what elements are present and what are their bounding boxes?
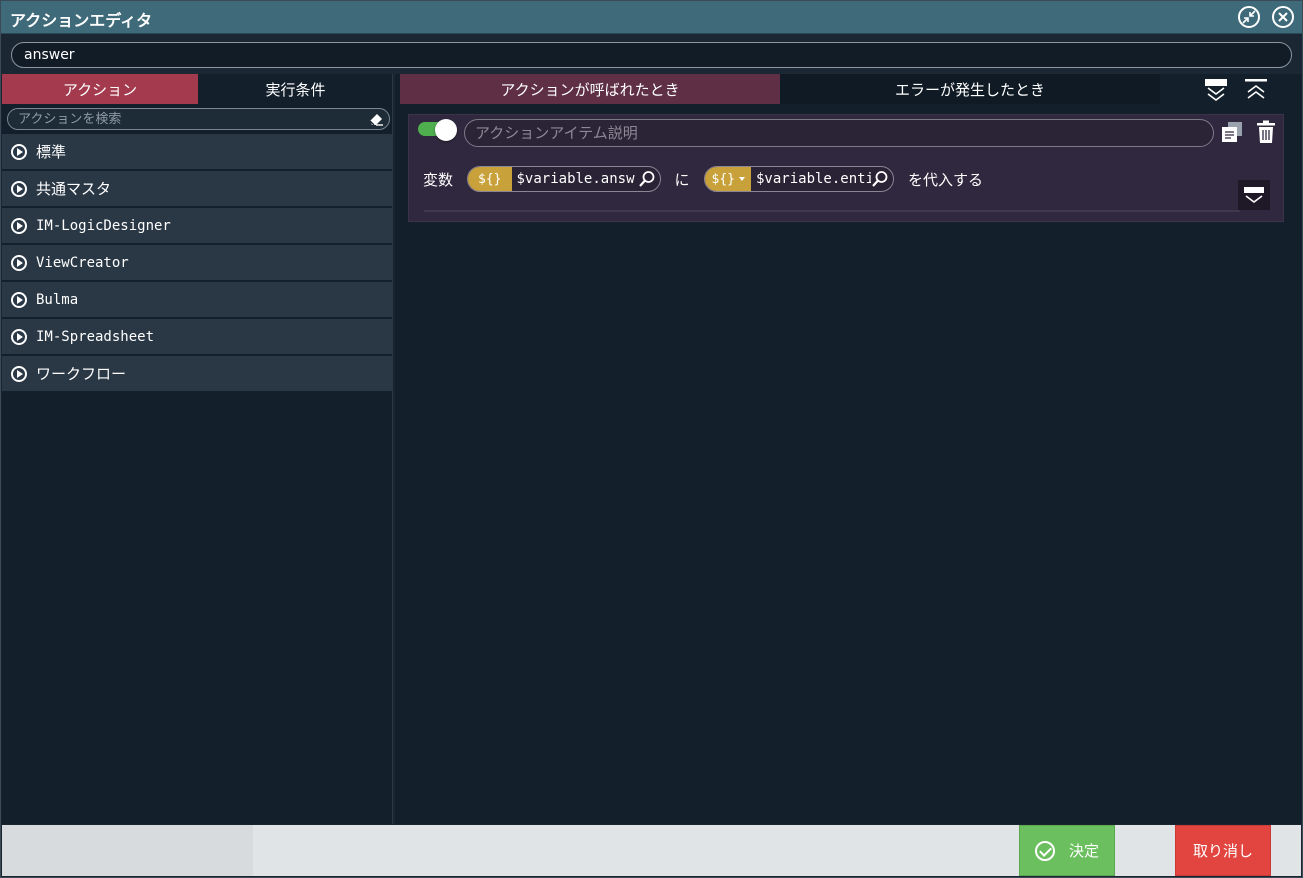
eraser-icon[interactable]: [367, 110, 385, 128]
play-circle-icon: [11, 143, 27, 160]
ok-button[interactable]: 決定: [1019, 825, 1115, 876]
tab-on-error[interactable]: エラーが発生したとき: [780, 74, 1160, 104]
label-variable: 変数: [423, 170, 454, 189]
category-label: ワークフロー: [36, 365, 127, 383]
category-label: 共通マスタ: [36, 180, 112, 198]
cancel-label: 取り消し: [1192, 842, 1253, 860]
category-item[interactable]: IM-LogicDesigner: [2, 208, 393, 243]
variable-type-badge[interactable]: ${}: [468, 167, 512, 191]
footer-bar: 決定 取り消し: [2, 825, 1301, 876]
play-circle-icon: [11, 217, 27, 234]
window-title: アクションエディタ: [10, 11, 153, 30]
search-icon[interactable]: [638, 170, 656, 188]
variable-badge-text: ${}: [478, 171, 502, 187]
play-circle-icon: [11, 365, 27, 382]
action-flow-panel: アクションが呼ばれたとき エラーが発生したとき 変数: [395, 74, 1301, 824]
card-divider: [424, 210, 1240, 212]
enable-toggle[interactable]: [418, 119, 460, 141]
chevron-down-icon: [739, 177, 745, 181]
shrink-icon[interactable]: [1238, 6, 1260, 28]
play-circle-icon: [11, 180, 27, 197]
action-search-input[interactable]: [8, 109, 358, 129]
category-item[interactable]: Bulma: [2, 282, 393, 317]
source-badge-text: ${}: [711, 171, 735, 187]
source-variable-field[interactable]: ${} $variable.enti: [703, 166, 894, 192]
play-circle-icon: [11, 291, 27, 308]
action-name-bar: [0, 34, 1303, 74]
close-icon[interactable]: [1272, 6, 1294, 28]
category-item[interactable]: 標準: [2, 134, 393, 169]
footer-left-area: [2, 825, 253, 876]
action-search-box: [7, 108, 390, 130]
play-circle-icon: [11, 328, 27, 345]
cancel-button[interactable]: 取り消し: [1175, 825, 1271, 876]
source-variable-text[interactable]: $variable.enti: [751, 171, 871, 187]
assign-variable-row: 変数 ${} $variable.answ に ${} $variable.en…: [419, 165, 987, 193]
left-tabs: アクション 実行条件: [2, 74, 393, 104]
category-list: 標準 共通マスタ IM-LogicDesigner ViewCreator Bu…: [2, 134, 393, 393]
play-circle-icon: [11, 254, 27, 271]
target-variable-text[interactable]: $variable.answ: [512, 171, 638, 187]
target-variable-field[interactable]: ${} $variable.answ: [467, 166, 661, 192]
action-item-description-input[interactable]: [464, 119, 1214, 147]
title-bar: アクションエディタ: [0, 0, 1303, 34]
ok-label: 決定: [1068, 842, 1099, 860]
category-label: ViewCreator: [36, 254, 129, 271]
trash-icon[interactable]: [1256, 120, 1276, 144]
copy-icon[interactable]: [1220, 121, 1244, 143]
search-icon[interactable]: [871, 170, 889, 188]
category-item[interactable]: ワークフロー: [2, 356, 393, 391]
category-label: IM-Spreadsheet: [36, 328, 155, 345]
collapse-all-icon[interactable]: [1245, 77, 1267, 103]
action-item-card: 変数 ${} $variable.answ に ${} $variable.en…: [408, 114, 1284, 222]
action-name-input[interactable]: [11, 42, 1292, 68]
label-ni: に: [674, 170, 690, 189]
category-label: IM-LogicDesigner: [36, 217, 171, 234]
expand-item-icon[interactable]: [1238, 180, 1270, 210]
category-item[interactable]: ViewCreator: [2, 245, 393, 280]
category-item[interactable]: IM-Spreadsheet: [2, 319, 393, 354]
expand-all-icon[interactable]: [1205, 77, 1227, 103]
tab-on-called[interactable]: アクションが呼ばれたとき: [400, 74, 780, 104]
source-type-badge[interactable]: ${}: [704, 167, 751, 191]
toggle-knob: [435, 119, 457, 141]
category-label: 標準: [36, 143, 67, 161]
check-circle-icon: [1034, 840, 1055, 861]
category-label: Bulma: [36, 291, 79, 308]
action-palette-panel: アクション 実行条件 標準 共通マスタ IM-LogicDesigner Vie…: [2, 74, 393, 824]
tab-actions[interactable]: アクション: [2, 74, 198, 104]
tab-conditions[interactable]: 実行条件: [198, 74, 393, 104]
label-assign: を代入する: [908, 170, 984, 189]
category-item[interactable]: 共通マスタ: [2, 171, 393, 206]
